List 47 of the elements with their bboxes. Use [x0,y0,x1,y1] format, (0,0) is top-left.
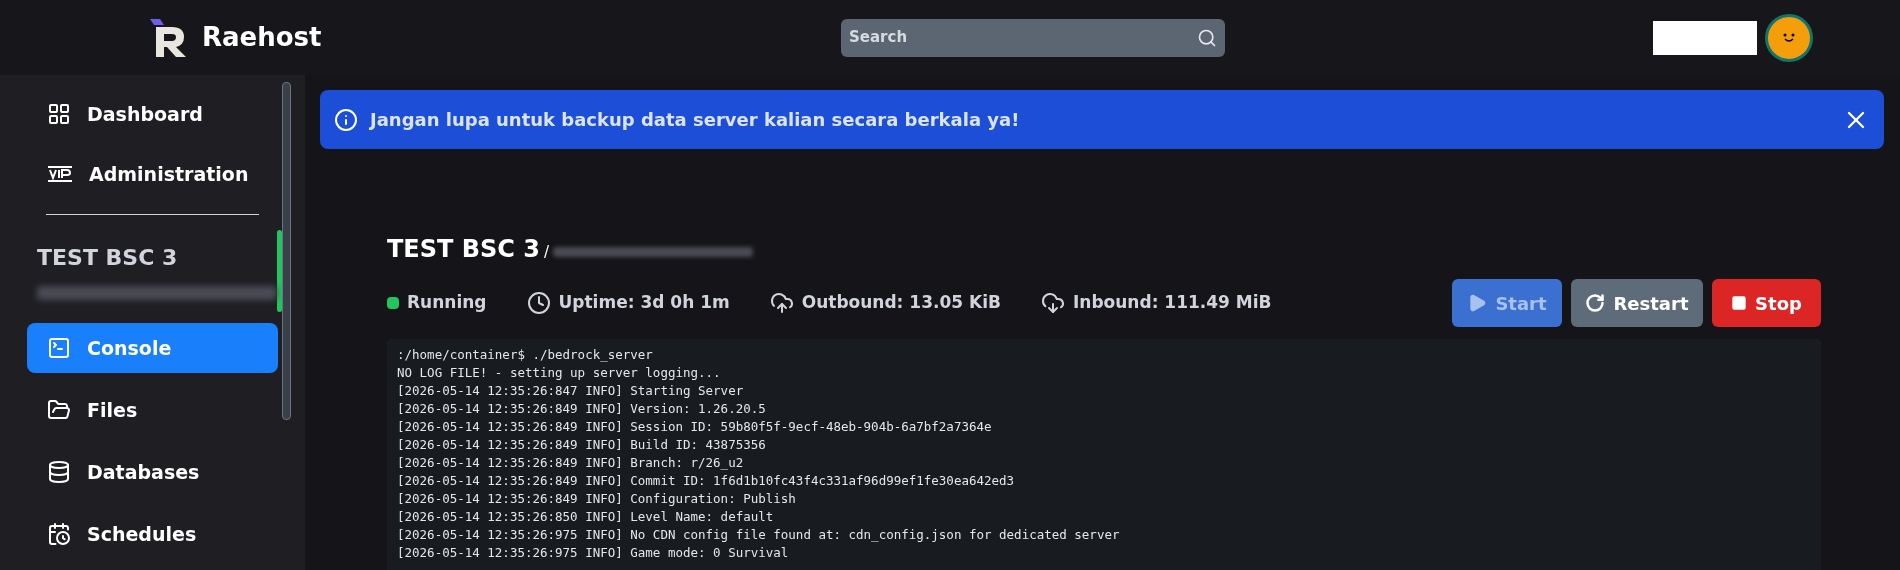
stat-text: Uptime: 3d 0h 1m [558,291,730,315]
search-icon [1197,27,1217,48]
stat-text: Outbound: 13.05 KiB [801,291,1001,315]
stat-text: Running [407,291,487,315]
console-line: [2026-05-14 12:35:26:849 INFO] Version: 1.26.20.5 [397,400,767,418]
smiley-icon [1782,32,1796,43]
clock-icon [526,291,551,315]
play-icon [1467,293,1488,313]
vip-icon [47,164,73,184]
stop-icon [1731,295,1748,311]
folder-icon [47,398,71,422]
terminal-icon [47,336,71,360]
cloud-upload-icon [769,291,794,315]
console-line: [2026-05-14 12:35:26:849 INFO] Session ID: 59b80f5f-9ecf-48eb-904b-6a7bf2a7364e [397,418,993,436]
console-line: NO LOG FILE! - setting up server logging... [397,364,722,382]
console-line: [2026-05-14 12:35:26:849 INFO] Commit ID: 1f6d1b10fc43f4c331af96d99ef1fe30ea642ed3 [397,472,1016,490]
banner-text: Jangan lupa untuk backup data server kalian secara berkala ya! [370,108,1021,132]
sidebar-item[interactable]: Databases [27,447,278,497]
sidebar-item[interactable]: Files [27,385,278,435]
brand-name: Raehost [202,21,322,54]
restart-icon [1585,293,1606,313]
grid-icon [47,102,71,126]
title-separator: / [544,242,550,263]
console-line: [2026-05-14 12:35:26:847 INFO] Starting Server [397,382,745,400]
console-line: [2026-05-14 12:35:26:849 INFO] Build ID: 43875356 [397,436,767,454]
sidebar-item[interactable]: Console [27,323,278,373]
server-name: TEST BSC 3 [37,244,179,272]
sidebar-item[interactable]: Dashboard [27,84,278,144]
avatar[interactable] [1765,13,1813,62]
console-line: :/home/container$ ./bedrock_server [397,346,654,364]
console-line: [2026-05-14 12:35:26:975 INFO] Game mode: 0 Survival [397,544,790,562]
sidebar-item[interactable]: Administration [27,144,278,204]
console-line: [2026-05-14 12:35:26:975 INFO] No CDN config file found at: cdn_config.json for dedicated server [397,526,1121,544]
calendar-clock-icon [47,522,71,546]
search-field[interactable]: Search [841,18,1225,57]
sidebar-item[interactable]: Schedules [27,509,278,559]
server-title: TEST BSC 3 [387,234,541,265]
stat-text: Inbound: 111.49 MiB [1073,291,1272,315]
search-input[interactable]: Search [849,26,1197,49]
cloud-download-icon [1041,291,1065,315]
database-icon [47,460,71,484]
restart-button[interactable]: Restart [1571,279,1703,327]
stop-button[interactable]: Stop [1712,279,1821,327]
console-line: [2026-05-14 12:35:26:849 INFO] Configuration: Publish [397,490,797,508]
info-icon [334,107,358,132]
console-line: [2026-05-14 12:35:26:850 INFO] Level Name: default [397,508,775,526]
console-line: [2026-05-14 12:35:26:849 INFO] Branch: r/26_u2 [397,454,745,472]
